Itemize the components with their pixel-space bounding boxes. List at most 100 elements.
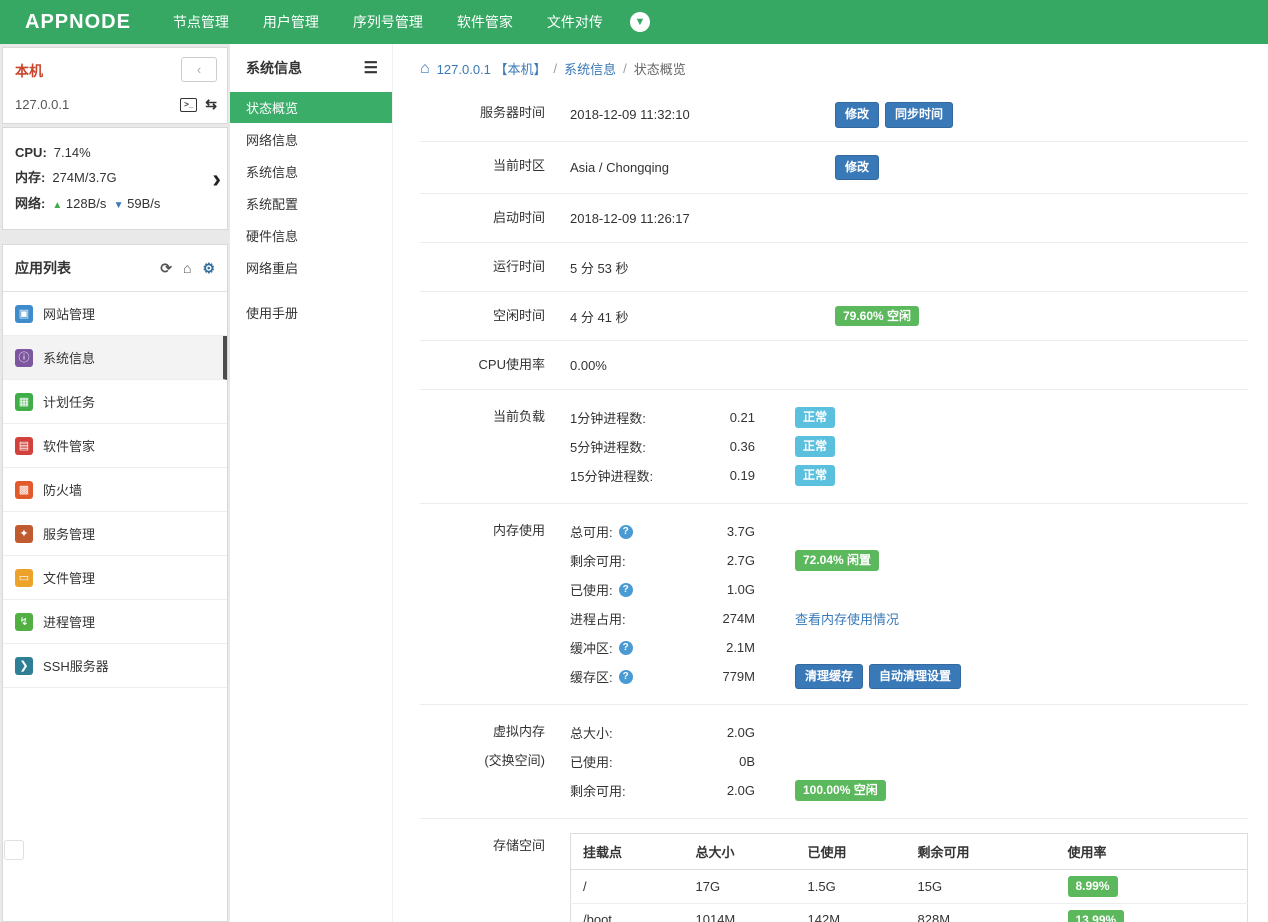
scheduled-tasks-icon: ▦ <box>15 393 33 411</box>
row-body: 1分钟进程数:0.21正常5分钟进程数:0.36正常15分钟进程数:0.19正常 <box>570 403 1248 490</box>
sub-label: 1分钟进程数: <box>570 408 690 427</box>
submenu-item[interactable]: 状态概览 <box>230 92 392 123</box>
sub-value: 0.19 <box>690 468 755 483</box>
status-row: 运行时间 5 分 53 秒 <box>420 243 1248 292</box>
status-row: 服务器时间2018-12-09 11:32:10修改同步时间 <box>420 89 1248 142</box>
sub-actions: 清理缓存自动清理设置 <box>795 664 961 690</box>
help-icon[interactable]: ? <box>619 670 633 684</box>
switch-node-icon[interactable]: ⇆ <box>205 96 217 113</box>
collapse-sidebar-button[interactable]: ‹ <box>181 57 217 82</box>
chevron-right-icon: › <box>212 163 221 193</box>
ssh-server-icon: ❯ <box>15 657 33 675</box>
status-row: 空闲时间4 分 41 秒79.60% 空闲 <box>420 292 1248 341</box>
storage-cell: /boot <box>571 903 684 922</box>
corner-widget[interactable] <box>4 840 24 860</box>
submenu-item[interactable]: 网络信息 <box>230 124 392 155</box>
row-body: 2018-12-09 11:32:10修改同步时间 <box>570 102 1248 128</box>
sub-label: 剩余可用: <box>570 781 690 800</box>
submenu-item[interactable]: 硬件信息 <box>230 220 392 251</box>
help-icon[interactable]: ? <box>619 525 633 539</box>
help-icon[interactable]: ? <box>619 583 633 597</box>
action-button[interactable]: 清理缓存 <box>795 664 863 690</box>
breadcrumb-separator: / <box>554 61 558 76</box>
breadcrumb-host[interactable]: 127.0.0.1 【本机】 <box>437 59 547 78</box>
app-list-item[interactable]: ❯SSH服务器 <box>3 644 227 688</box>
sub-label: 缓冲区:? <box>570 638 690 657</box>
sub-label-text: 已使用: <box>570 752 613 771</box>
sub-label-text: 剩余可用: <box>570 781 626 800</box>
help-icon[interactable]: ? <box>619 641 633 655</box>
row-body: Asia / Chongqing修改 <box>570 155 1248 181</box>
nav-item[interactable]: 文件对传 <box>530 0 620 44</box>
action-button[interactable]: 修改 <box>835 155 879 181</box>
app-list-item[interactable]: ▭文件管理 <box>3 556 227 600</box>
row-label: 运行时间 <box>420 256 545 277</box>
status-row: 当前时区 Asia / Chongqing修改 <box>420 142 1248 195</box>
sub-row: 已使用:0B <box>570 747 1248 776</box>
breadcrumb-current: 状态概览 <box>634 59 686 78</box>
sub-value: 3.7G <box>690 524 755 539</box>
submenu-item[interactable]: 系统信息 <box>230 156 392 187</box>
app-list-item[interactable]: ▦计划任务 <box>3 380 227 424</box>
memory-stat-label: 内存: <box>15 170 45 185</box>
sub-label: 15分钟进程数: <box>570 466 690 485</box>
memory-stat: 内存:274M/3.7G <box>15 167 201 186</box>
nav-item[interactable]: 用户管理 <box>246 0 336 44</box>
app-list-item[interactable]: ✦服务管理 <box>3 512 227 556</box>
refresh-icon[interactable]: ⟳ <box>160 260 172 277</box>
row-label-text: 存储空间 <box>420 836 545 856</box>
nav-item[interactable]: 节点管理 <box>156 0 246 44</box>
download-arrow-icon: ▼ <box>114 200 124 211</box>
upload-rate: 128B/s <box>66 196 106 211</box>
submenu-item-manual[interactable]: 使用手册 <box>230 297 392 328</box>
app-list-item[interactable]: ▣网站管理 <box>3 292 227 336</box>
navbar-menu: 节点管理用户管理序列号管理软件管家文件对传 <box>156 0 620 44</box>
usage-badge: 13.99% <box>1068 910 1125 922</box>
action-button[interactable]: 同步时间 <box>885 102 953 128</box>
status-badge: 72.04% 闲置 <box>795 550 879 570</box>
gear-icon[interactable]: ⚙ <box>202 260 215 277</box>
host-title: 本机 <box>15 57 43 81</box>
hamburger-icon[interactable]: ☰ <box>364 58 378 78</box>
sub-label-text: 15分钟进程数: <box>570 466 653 485</box>
row-body: 5 分 53 秒 <box>570 256 1248 278</box>
cpu-stat-value: 7.14% <box>54 145 91 160</box>
chevron-left-icon: ‹ <box>197 62 201 77</box>
appnode-logo[interactable]: APPNODE <box>0 11 156 34</box>
row-label-text: 当前时区 <box>420 156 545 176</box>
sub-label: 已使用:? <box>570 580 690 599</box>
main-content: ⌂ 127.0.0.1 【本机】 / 系统信息 / 状态概览 服务器时间2018… <box>393 44 1268 922</box>
home-icon[interactable]: ⌂ <box>420 61 430 77</box>
sub-row: 剩余可用:2.0G100.00% 空闲 <box>570 776 1248 805</box>
status-badge: 100.00% 空闲 <box>795 780 886 800</box>
storage-cell: 15G <box>906 870 1056 903</box>
nav-item[interactable]: 软件管家 <box>440 0 530 44</box>
terminal-icon[interactable]: >_ <box>180 98 197 112</box>
memory-usage-link[interactable]: 查看内存使用情况 <box>795 609 899 628</box>
row-label-text: 虚拟内存 <box>420 722 545 742</box>
app-list-item[interactable]: ⓘ系统信息 <box>3 336 227 380</box>
app-list-item[interactable]: ▤软件管家 <box>3 424 227 468</box>
sub-actions: 查看内存使用情况 <box>795 609 899 628</box>
app-list-item[interactable]: ▩防火墙 <box>3 468 227 512</box>
row-label: 启动时间 <box>420 207 545 228</box>
status-badge: 正常 <box>795 436 835 456</box>
row-label-text: 运行时间 <box>420 257 545 277</box>
status-row: 启动时间2018-12-09 11:26:17 <box>420 194 1248 243</box>
sub-row: 总可用:?3.7G <box>570 517 1248 546</box>
row-label: 虚拟内存(交换空间) <box>420 718 545 771</box>
home-icon[interactable]: ⌂ <box>183 260 191 276</box>
breadcrumb-section[interactable]: 系统信息 <box>564 59 616 78</box>
nav-item[interactable]: 序列号管理 <box>336 0 440 44</box>
submenu-item[interactable]: 网络重启 <box>230 252 392 283</box>
submenu-item[interactable]: 系统配置 <box>230 188 392 219</box>
action-button[interactable]: 自动清理设置 <box>869 664 961 690</box>
action-button[interactable]: 修改 <box>835 102 879 128</box>
row-label: 存储空间 <box>420 832 545 856</box>
navbar-dropdown-toggle[interactable]: ▼ <box>630 12 650 32</box>
sub-value: 0.36 <box>690 439 755 454</box>
host-detail-chevron[interactable]: › <box>212 163 221 194</box>
app-list-item[interactable]: ↯进程管理 <box>3 600 227 644</box>
network-stat-label: 网络: <box>15 196 45 211</box>
storage-cell: / <box>571 870 684 903</box>
